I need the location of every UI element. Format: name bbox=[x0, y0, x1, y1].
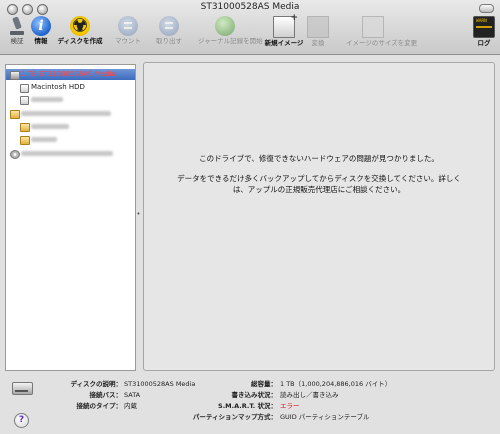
eject-icon bbox=[159, 16, 179, 36]
sidebar-item-blurred[interactable] bbox=[6, 148, 135, 159]
burn-button[interactable]: ディスクを作成 bbox=[53, 15, 107, 46]
volume-icon bbox=[20, 96, 29, 105]
title-bar: ST31000528AS Media 検証 i 情報 ディスクを作成 マウント … bbox=[0, 0, 500, 55]
burn-icon bbox=[70, 15, 90, 37]
journaling-label: ジャーナル記録を開始 bbox=[198, 37, 263, 45]
detail-pane: このドライブで、修復できないハードウェアの問題が見つかりました。 データをできる… bbox=[143, 62, 495, 371]
bus-label: 接続バス： bbox=[89, 391, 123, 399]
split-view-handle[interactable]: • bbox=[136, 210, 141, 218]
hard-drive-icon bbox=[10, 71, 20, 80]
help-button[interactable]: ? bbox=[14, 413, 29, 428]
capacity-value: 1 TB（1,000,204,886,016 バイト） bbox=[280, 380, 392, 388]
burn-label: ディスクを作成 bbox=[57, 37, 103, 45]
resize-image-button[interactable]: イメージのサイズを変更 bbox=[346, 16, 418, 48]
error-message-line2: データをできるだけ多くバックアップしてからディスクを交換してください。詳しく bbox=[177, 174, 461, 183]
info-bar: ? ディスクの説明： ST31000528AS Media 接続バス： SATA… bbox=[0, 374, 500, 434]
write-status-label: 書き込み状況： bbox=[231, 391, 278, 399]
log-button[interactable]: ログ bbox=[457, 16, 500, 48]
eject-button[interactable]: 取り出す bbox=[142, 16, 196, 46]
smart-status-label: S.M.A.R.T. 状況： bbox=[218, 402, 277, 410]
toolbar: 検証 i 情報 ディスクを作成 マウント 取り出す ジャーナル記録を開始 bbox=[0, 13, 500, 52]
write-status-value: 読み出し／書き込み bbox=[280, 391, 339, 399]
capacity-label: 総容量： bbox=[251, 380, 277, 388]
connection-type-label: 接続のタイプ： bbox=[76, 402, 123, 410]
enable-journaling-button[interactable]: ジャーナル記録を開始 bbox=[198, 16, 263, 46]
connection-type-value: 内蔵 bbox=[124, 402, 137, 410]
disk-image-icon bbox=[10, 110, 20, 119]
window-title: ST31000528AS Media bbox=[200, 2, 300, 12]
log-label: ログ bbox=[477, 39, 491, 47]
resize-image-icon bbox=[362, 16, 384, 38]
optical-disc-icon bbox=[10, 150, 20, 159]
eject-label: 取り出す bbox=[156, 37, 182, 45]
disk-utility-window: ST31000528AS Media 検証 i 情報 ディスクを作成 マウント … bbox=[0, 0, 500, 434]
redacted-label bbox=[31, 97, 63, 102]
partition-map-label: パーティションマップ方式： bbox=[192, 413, 277, 421]
volume-icon bbox=[20, 84, 29, 93]
redacted-label bbox=[31, 124, 69, 129]
convert-label: 変換 bbox=[311, 39, 325, 47]
error-message-line3: は、アップルの正規販売代理店にご相談ください。 bbox=[232, 185, 406, 194]
journaling-icon bbox=[215, 16, 235, 36]
disk-description-label: ディスクの説明： bbox=[70, 380, 122, 388]
disk-image-icon bbox=[20, 123, 30, 132]
partition-map-value: GUID パーティションテーブル bbox=[280, 413, 370, 421]
disk-image-icon bbox=[20, 136, 30, 145]
resize-image-label: イメージのサイズを変更 bbox=[346, 39, 418, 47]
error-message-line1: このドライブで、修復できないハードウェアの問題が見つかりました。 bbox=[199, 154, 439, 163]
sidebar-item-blurred[interactable] bbox=[6, 94, 135, 105]
toolbar-toggle-button[interactable] bbox=[479, 4, 494, 13]
bus-value: SATA bbox=[124, 391, 141, 399]
info-icon: i bbox=[31, 16, 51, 36]
sidebar-item-blurred[interactable] bbox=[6, 134, 135, 145]
redacted-label bbox=[21, 111, 111, 116]
disk-sidebar: 1 TB ST31000528AS Media Macintosh HDD bbox=[5, 64, 136, 371]
convert-icon bbox=[307, 16, 329, 38]
log-icon bbox=[473, 16, 495, 38]
sidebar-item-label: 1 TB ST31000528AS Media bbox=[21, 70, 116, 78]
convert-button[interactable]: 変換 bbox=[291, 16, 345, 48]
mount-icon bbox=[118, 16, 138, 36]
sidebar-item-blurred[interactable] bbox=[6, 121, 135, 132]
sidebar-item-label: Macintosh HDD bbox=[31, 83, 85, 91]
sidebar-item-drive[interactable]: 1 TB ST31000528AS Media bbox=[6, 69, 135, 80]
smart-status-value: エラー bbox=[280, 402, 300, 410]
redacted-label bbox=[21, 151, 113, 156]
sidebar-item-macintosh-hdd[interactable]: Macintosh HDD bbox=[6, 82, 135, 93]
redacted-label bbox=[31, 137, 57, 142]
hard-drive-icon bbox=[12, 382, 33, 395]
sidebar-item-blurred[interactable] bbox=[6, 108, 135, 119]
